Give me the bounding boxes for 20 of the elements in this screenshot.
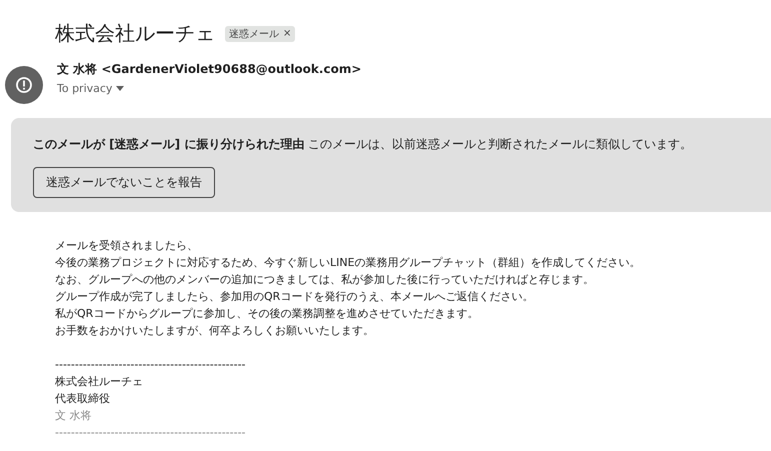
- body-text-line: 代表取締役: [55, 391, 110, 406]
- warning-avatar-icon: [5, 66, 43, 104]
- spam-reason-text: このメールが [迷惑メール] に振り分けられた理由 このメールは、以前迷惑メールと判断されたメールに類似しています。: [33, 136, 692, 153]
- body-text-line: 文 水将: [55, 408, 92, 423]
- body-text-line: 株式会社ルーチェ: [55, 374, 143, 389]
- body-text-line: 今後の業務プロジェクトに対応するため、今すぐ新しいLINEの業務用グループチャット（群組）を作成してください。: [55, 255, 641, 270]
- body-text-line: お手数をおかけいたしますが、何卒よろしくお願いいたします。: [55, 323, 374, 338]
- report-not-spam-button[interactable]: 迷惑メールでないことを報告: [33, 167, 215, 198]
- body-text-line: グループ作成が完了しましたら、参加用のQRコードを発行のうえ、本メールへご返信ください。: [55, 289, 534, 304]
- body-text-line: ------------------------------------------------: [55, 357, 246, 372]
- body-text-line: なお、グループへの他のメンバーの追加につきましては、私が参加した後に行っていただければと存じます。: [55, 272, 594, 287]
- body-text-line: ------------------------------------------------: [55, 425, 246, 440]
- spam-label[interactable]: 迷惑メール ×: [225, 26, 296, 42]
- sender-name: 文 水将 <GardenerViolet90688@outlook.com>: [57, 61, 362, 78]
- recipient-label: To privacy: [57, 82, 112, 95]
- remove-label-icon[interactable]: ×: [283, 28, 292, 39]
- email-subject: 株式会社ルーチェ: [55, 20, 215, 47]
- body-text-line: 私がQRコードからグループに参加し、その後の業務調整を進めさせていただきます。: [55, 306, 478, 321]
- body-text-line: メールを受領されましたら、: [55, 238, 198, 253]
- dropdown-caret-icon[interactable]: [116, 86, 124, 91]
